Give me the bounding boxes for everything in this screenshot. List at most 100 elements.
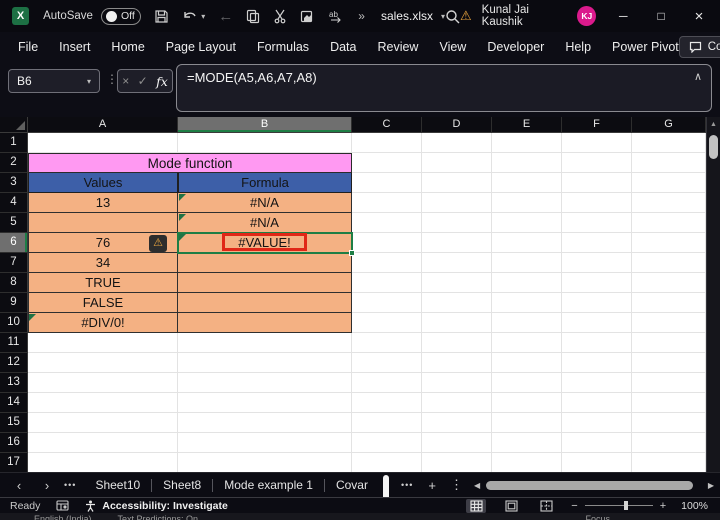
menu-tab-review[interactable]: Review	[377, 40, 418, 54]
cell[interactable]	[28, 393, 178, 413]
macro-record-icon[interactable]	[56, 500, 69, 511]
cell[interactable]	[562, 233, 632, 253]
cell[interactable]	[422, 333, 492, 353]
cell[interactable]	[492, 373, 562, 393]
cell[interactable]	[562, 253, 632, 273]
cell[interactable]	[352, 133, 422, 153]
cell-B6[interactable]: #VALUE!	[178, 233, 352, 253]
user-avatar[interactable]: KJ	[577, 6, 597, 26]
cell[interactable]	[492, 413, 562, 433]
horizontal-scrollbar-thumb[interactable]	[486, 480, 693, 490]
zoom-out-button[interactable]: −	[571, 500, 577, 512]
menu-tab-developer[interactable]: Developer	[487, 40, 544, 54]
cell[interactable]	[562, 173, 632, 193]
menu-tab-view[interactable]: View	[439, 40, 466, 54]
cell[interactable]	[492, 353, 562, 373]
cell[interactable]	[562, 273, 632, 293]
cell[interactable]	[632, 453, 706, 472]
cell[interactable]	[422, 433, 492, 453]
cell[interactable]	[422, 373, 492, 393]
cell[interactable]	[632, 393, 706, 413]
cell[interactable]	[492, 453, 562, 472]
cell[interactable]	[562, 193, 632, 213]
language-status[interactable]: English (India)	[34, 513, 92, 520]
sheet-tab-sheet8[interactable]: Sheet8	[152, 473, 212, 498]
minimize-button[interactable]: ─	[604, 0, 642, 32]
cell[interactable]	[178, 353, 352, 373]
row-header-15[interactable]: 15	[0, 413, 28, 433]
menu-tab-insert[interactable]: Insert	[59, 40, 90, 54]
cell[interactable]	[352, 413, 422, 433]
autosave-toggle[interactable]: Off	[100, 7, 142, 25]
cell[interactable]	[28, 373, 178, 393]
cell[interactable]	[492, 173, 562, 193]
cell[interactable]	[178, 453, 352, 472]
cell[interactable]	[178, 373, 352, 393]
document-title[interactable]: sales.xlsx ▾	[381, 9, 445, 23]
cell[interactable]	[28, 353, 178, 373]
cell[interactable]	[632, 353, 706, 373]
accessibility-status[interactable]: Accessibility: Investigate	[102, 500, 227, 512]
cell[interactable]	[492, 293, 562, 313]
sheet-overflow-right-icon[interactable]: •••	[401, 480, 413, 490]
cell-A10[interactable]: #DIV/0!	[28, 313, 178, 333]
column-header-E[interactable]: E	[492, 117, 562, 133]
cell[interactable]	[352, 373, 422, 393]
cell[interactable]	[352, 153, 422, 173]
cell[interactable]	[422, 273, 492, 293]
column-header-D[interactable]: D	[422, 117, 492, 133]
comments-button[interactable]: Comments	[678, 36, 720, 58]
menu-tab-file[interactable]: File	[18, 40, 38, 54]
cell[interactable]	[492, 193, 562, 213]
cell[interactable]	[28, 453, 178, 472]
cell[interactable]	[422, 393, 492, 413]
cell[interactable]	[562, 213, 632, 233]
zoom-slider[interactable]	[584, 501, 653, 510]
menu-tab-page-layout[interactable]: Page Layout	[166, 40, 236, 54]
cell[interactable]	[352, 193, 422, 213]
row-header-12[interactable]: 12	[0, 353, 28, 373]
horizontal-scrollbar-track[interactable]	[484, 480, 704, 490]
zoom-in-button[interactable]: +	[660, 500, 666, 512]
cell[interactable]	[422, 313, 492, 333]
collapse-formula-bar-icon[interactable]: ∧	[694, 70, 702, 83]
cell-B4[interactable]: #N/A	[178, 193, 352, 213]
cell[interactable]	[562, 353, 632, 373]
column-header-A[interactable]: A	[28, 117, 178, 133]
copy-icon[interactable]	[246, 9, 260, 24]
cell-B3[interactable]: Formula	[178, 173, 352, 193]
cell[interactable]	[352, 353, 422, 373]
cell[interactable]	[422, 293, 492, 313]
cell[interactable]	[492, 213, 562, 233]
cell[interactable]	[492, 233, 562, 253]
cell[interactable]	[178, 133, 352, 153]
sheet-tab-covar[interactable]: Covar	[325, 473, 379, 498]
cell[interactable]	[352, 233, 422, 253]
row-header-16[interactable]: 16	[0, 433, 28, 453]
cell[interactable]	[422, 213, 492, 233]
cell[interactable]	[632, 213, 706, 233]
cell[interactable]	[422, 193, 492, 213]
cell[interactable]	[352, 333, 422, 353]
row-header-11[interactable]: 11	[0, 333, 28, 353]
cell[interactable]	[352, 433, 422, 453]
cell-A7[interactable]: 34	[28, 253, 178, 273]
column-header-B[interactable]: B	[178, 117, 352, 133]
cell[interactable]	[28, 433, 178, 453]
save-icon[interactable]	[154, 9, 169, 24]
cut-icon[interactable]	[273, 9, 287, 24]
cell[interactable]	[352, 393, 422, 413]
column-header-C[interactable]: C	[352, 117, 422, 133]
cell[interactable]	[422, 353, 492, 373]
menu-tab-home[interactable]: Home	[111, 40, 144, 54]
cell[interactable]	[492, 273, 562, 293]
cell[interactable]	[352, 173, 422, 193]
user-name[interactable]: Kunal Jai Kaushik	[482, 4, 569, 28]
cell[interactable]	[352, 453, 422, 472]
cell[interactable]	[632, 413, 706, 433]
sheet-nav-left-icon[interactable]: ‹	[10, 478, 28, 493]
row-header-6[interactable]: 6	[0, 233, 28, 253]
row-header-14[interactable]: 14	[0, 393, 28, 413]
cell[interactable]	[28, 333, 178, 353]
cell[interactable]	[352, 273, 422, 293]
